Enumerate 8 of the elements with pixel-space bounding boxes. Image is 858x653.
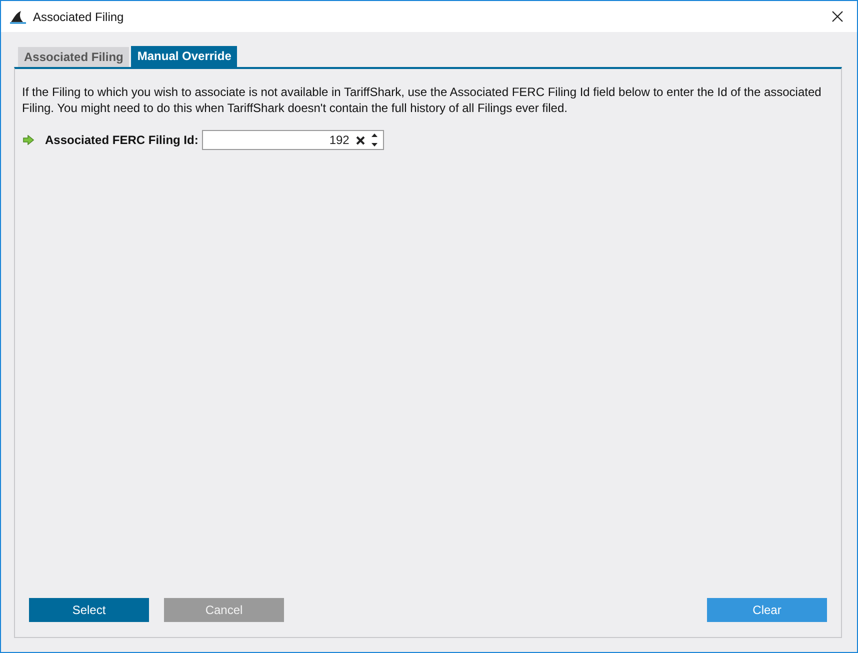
window-title: Associated Filing	[33, 10, 125, 24]
tab[interactable]: Manual Override	[131, 46, 238, 67]
dialog-button[interactable]: Select	[29, 598, 149, 622]
number-field[interactable]: 192	[202, 130, 384, 150]
tab[interactable]: Associated Filing	[18, 47, 130, 67]
description-text: If the Filing to which you wish to associate is not available in TariffShark, use the Associated FERC Filing Id field below to enter the Id of the associated Filing. You might need to do this when TariffShark doesn't contain the full history of all Filings ever filed.	[22, 84, 822, 116]
field-label: Associated FERC Filing Id:	[45, 133, 198, 147]
clear-button[interactable]: Clear	[707, 598, 827, 622]
